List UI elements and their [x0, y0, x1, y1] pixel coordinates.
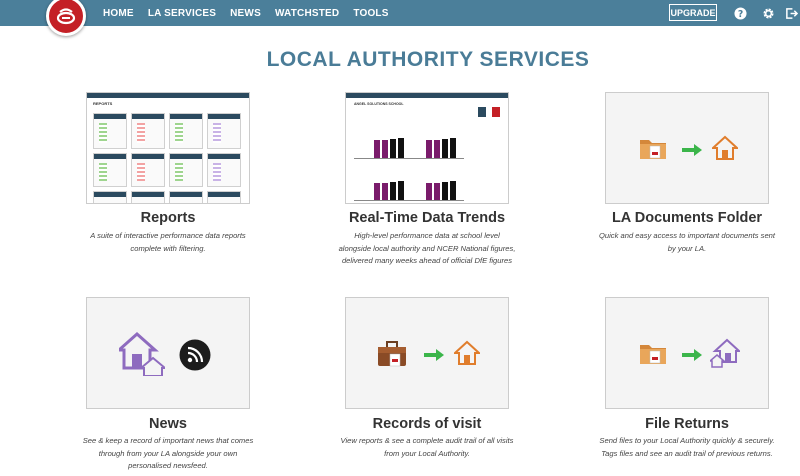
app-logo[interactable]	[46, 0, 86, 36]
news-description: See & keep a record of important news th…	[82, 436, 254, 470]
la-documents-thumbnail[interactable]	[605, 92, 769, 204]
news-thumbnail[interactable]	[86, 297, 250, 409]
rss-icon	[179, 339, 211, 376]
reports-title[interactable]: Reports	[53, 210, 283, 226]
records-of-visit-title[interactable]: Records of visit	[312, 416, 542, 432]
records-of-visit-description: View reports & see a complete audit trai…	[340, 436, 514, 458]
nav-la-services[interactable]: LA SERVICES	[148, 8, 216, 19]
data-trends-description: High-level performance data at school le…	[338, 231, 516, 265]
reports-description: A suite of interactive performance data …	[90, 231, 246, 253]
folder-icon	[638, 135, 668, 166]
nav-watchsted[interactable]: WATCHSTED	[275, 8, 339, 19]
arrow-right-icon	[423, 348, 445, 366]
data-trends-thumbnail[interactable]: ANGEL SOLUTIONS SCHOOL	[345, 92, 509, 204]
help-icon[interactable]: ?	[733, 6, 747, 20]
file-returns-title[interactable]: File Returns	[572, 416, 800, 432]
house-icon	[707, 338, 742, 373]
data-trends-title[interactable]: Real-Time Data Trends	[312, 210, 542, 226]
arrow-right-icon	[681, 143, 703, 161]
file-returns-thumbnail[interactable]	[605, 297, 769, 409]
nav-home[interactable]: HOME	[103, 8, 134, 19]
arrow-right-icon	[681, 348, 703, 366]
trends-screen-title: ANGEL SOLUTIONS SCHOOL	[354, 102, 404, 106]
nav-tools[interactable]: TOOLS	[353, 8, 388, 19]
gear-icon[interactable]	[761, 6, 775, 20]
house-icon	[710, 135, 740, 166]
upgrade-button[interactable]: UPGRADE	[669, 4, 717, 21]
nav-news[interactable]: NEWS	[230, 8, 261, 19]
reports-thumbnail[interactable]: REPORTS	[86, 92, 250, 204]
logout-icon[interactable]	[784, 6, 798, 20]
records-of-visit-thumbnail[interactable]	[345, 297, 509, 409]
folder-icon	[638, 340, 668, 371]
main-nav: HOME LA SERVICES NEWS WATCHSTED TOOLS	[103, 0, 403, 26]
briefcase-icon	[376, 340, 408, 373]
la-documents-title[interactable]: LA Documents Folder	[572, 210, 800, 226]
top-navigation-bar: HOME LA SERVICES NEWS WATCHSTED TOOLS UP…	[0, 0, 800, 36]
house-icon	[452, 340, 482, 371]
logo-icon	[56, 8, 76, 25]
house-icon	[115, 331, 168, 381]
file-returns-description: Send files to your Local Authority quick…	[599, 436, 775, 458]
news-title[interactable]: News	[53, 416, 283, 432]
svg-text:?: ?	[737, 8, 742, 19]
la-documents-description: Quick and easy access to important docum…	[598, 231, 775, 253]
reports-screen-title: REPORTS	[93, 101, 113, 106]
page-title: LOCAL AUTHORITY SERVICES	[266, 48, 590, 71]
